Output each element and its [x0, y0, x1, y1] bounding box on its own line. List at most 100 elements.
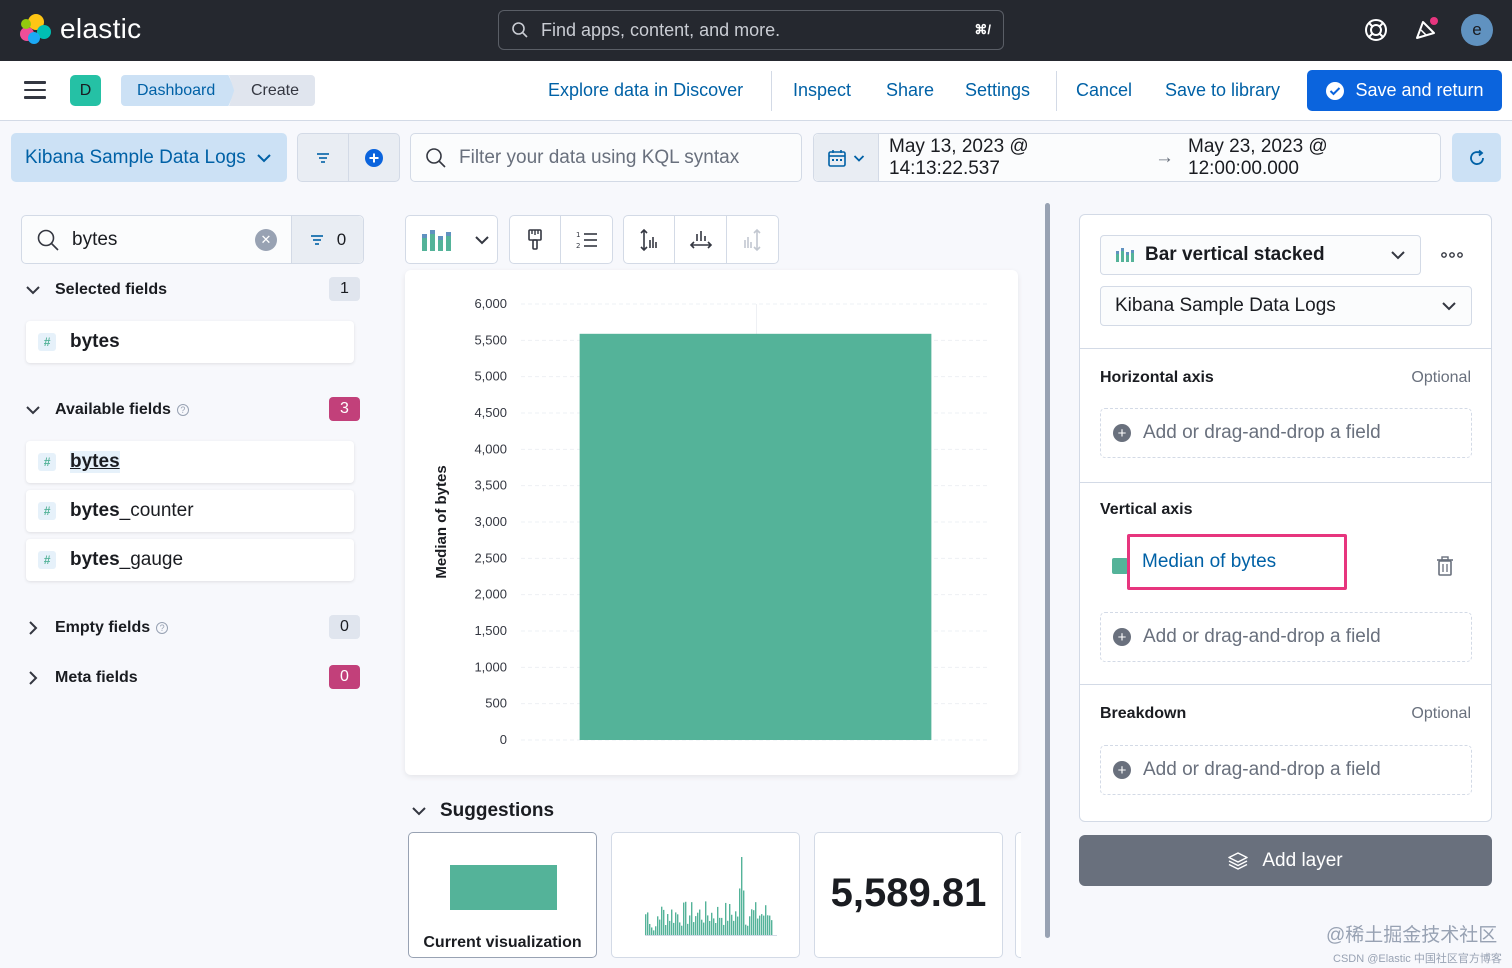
histogram-bar: [669, 920, 671, 935]
start-date[interactable]: May 13, 2023 @ 14:13:22.537: [889, 136, 1141, 180]
question-icon[interactable]: ?: [176, 404, 189, 416]
suggestion-metric[interactable]: 5,589.81: [814, 832, 1003, 958]
empty-fields-count: 0: [329, 615, 360, 639]
suggestions-toggle[interactable]: Suggestions: [410, 800, 554, 822]
number-type-icon: #: [38, 502, 56, 520]
suggestion-partial[interactable]: [1015, 832, 1021, 958]
add-layer-button[interactable]: Add layer: [1079, 835, 1492, 886]
vertical-axis-label: Vertical axis: [1100, 501, 1193, 518]
clear-icon[interactable]: ✕: [255, 228, 277, 251]
median-of-bytes-dimension-button[interactable]: Median of bytes: [1127, 534, 1347, 590]
global-search-input[interactable]: Find apps, content, and more. ⌘/: [498, 10, 1004, 50]
breadcrumb-create: Create: [229, 75, 316, 106]
refresh-button[interactable]: [1452, 133, 1501, 182]
plus-circle-icon: [365, 148, 383, 167]
horizontal-axis-dropzone[interactable]: + Add or drag-and-drop a field: [1100, 408, 1472, 458]
layer-actions-icon[interactable]: [1438, 243, 1466, 267]
histogram-bar: [727, 920, 729, 935]
menu-icon[interactable]: [24, 81, 46, 99]
cancel-link[interactable]: Cancel: [1076, 80, 1132, 101]
search-icon: [37, 229, 59, 251]
dropzone-placeholder: Add or drag-and-drop a field: [1143, 422, 1381, 443]
question-icon[interactable]: ?: [156, 622, 169, 634]
left-axis-icon[interactable]: [624, 216, 676, 263]
field-item-bytes-gauge[interactable]: # bytes_gauge: [26, 539, 354, 581]
plus-circle-icon: +: [1113, 761, 1131, 779]
histogram-bar: [659, 919, 661, 935]
empty-fields-toggle[interactable]: Empty fields ? 0: [24, 615, 360, 641]
divider: [1080, 348, 1491, 349]
field-type-filter-button[interactable]: 0: [291, 216, 363, 263]
refresh-icon: [1469, 149, 1484, 165]
search-icon: [426, 147, 446, 168]
histogram-bar: [645, 914, 647, 935]
quick-select-button[interactable]: [814, 134, 879, 181]
data-view-picker[interactable]: Kibana Sample Data Logs: [11, 133, 287, 182]
save-to-library-link[interactable]: Save to library: [1165, 80, 1280, 101]
histogram-bar: [693, 922, 695, 935]
histogram-bar: [765, 905, 767, 935]
field-item-bytes[interactable]: # bytes: [26, 441, 354, 483]
histogram-bar: [699, 909, 701, 935]
y-tick-label: 0: [500, 732, 507, 747]
breakdown-dropzone[interactable]: + Add or drag-and-drop a field: [1100, 745, 1472, 795]
user-avatar[interactable]: e: [1461, 14, 1493, 46]
settings-link[interactable]: Settings: [965, 80, 1030, 101]
available-fields-toggle[interactable]: Available fields ? 3: [24, 397, 360, 423]
breadcrumb-dashboard[interactable]: Dashboard: [121, 75, 236, 106]
dimension-label: Median of bytes: [1142, 551, 1277, 572]
y-tick-label: 5,000: [474, 369, 507, 384]
save-and-return-button[interactable]: Save and return: [1307, 70, 1502, 111]
y-tick-label: 500: [485, 696, 507, 711]
vertical-axis-dropzone[interactable]: + Add or drag-and-drop a field: [1100, 612, 1472, 662]
space-avatar[interactable]: D: [70, 75, 101, 106]
histogram-bar: [761, 914, 763, 935]
series-color-swatch[interactable]: [1112, 558, 1128, 574]
filter-menu-button[interactable]: [298, 134, 349, 181]
chart-type-select[interactable]: Bar vertical stacked: [1100, 235, 1421, 275]
share-link[interactable]: Share: [886, 80, 934, 101]
field-item-bytes-counter[interactable]: # bytes_counter: [26, 490, 354, 532]
selected-fields-toggle[interactable]: Selected fields 1: [24, 277, 360, 303]
search-shortcut: ⌘/: [974, 22, 991, 37]
histogram-bar: [665, 925, 667, 935]
help-icon[interactable]: [1362, 16, 1390, 44]
horizontal-axis-optional: Optional: [1411, 369, 1471, 386]
check-circle-icon: [1326, 81, 1345, 100]
field-item-bytes-selected[interactable]: # bytes: [26, 321, 354, 363]
suggestion-metric-value: 5,589.81: [830, 871, 987, 915]
bottom-axis-icon[interactable]: [675, 216, 727, 263]
legend-list-icon[interactable]: 12: [561, 216, 612, 263]
suggestion-histogram[interactable]: [611, 832, 800, 958]
watermark: @稀土掘金技术社区: [1326, 925, 1498, 946]
histogram-bar: [701, 919, 703, 935]
scrollbar[interactable]: [1045, 203, 1050, 938]
chevron-right-icon: [24, 619, 46, 637]
filter-controls: [297, 133, 400, 182]
layer-data-view-select[interactable]: Kibana Sample Data Logs: [1100, 286, 1472, 326]
inspect-link[interactable]: Inspect: [793, 80, 851, 101]
field-search-input[interactable]: bytes: [22, 228, 255, 252]
paint-brush-icon[interactable]: [510, 216, 562, 263]
chevron-down-icon: [1391, 251, 1405, 260]
news-feed-icon[interactable]: [1412, 16, 1440, 44]
histogram-bar: [713, 918, 715, 935]
meta-fields-toggle[interactable]: Meta fields 0: [24, 665, 360, 691]
trash-icon[interactable]: [1435, 555, 1455, 577]
histogram-bar: [723, 924, 725, 935]
axis-settings-group: [623, 215, 779, 264]
add-filter-button[interactable]: [349, 134, 399, 181]
histogram-bar: [691, 902, 693, 935]
elastic-logo[interactable]: elastic: [18, 12, 141, 46]
kql-query-input[interactable]: Filter your data using KQL syntax: [410, 133, 802, 182]
bar-chart[interactable]: 0 500 1,000 1,500 2,000 2,500 3,000 3,500 4,000 4…: [405, 270, 1018, 775]
filter-icon: [317, 152, 329, 163]
suggestion-current-visualization[interactable]: Current visualization: [408, 832, 597, 958]
histogram-bar: [771, 920, 773, 935]
end-date[interactable]: May 23, 2023 @ 12:00:00.000: [1188, 136, 1440, 180]
explore-in-discover-link[interactable]: Explore data in Discover: [548, 80, 743, 101]
plus-circle-icon: +: [1113, 628, 1131, 646]
chart-switcher-button[interactable]: [405, 215, 498, 264]
available-fields-label: Available fields: [55, 401, 171, 418]
suggestions-title: Suggestions: [440, 800, 555, 821]
